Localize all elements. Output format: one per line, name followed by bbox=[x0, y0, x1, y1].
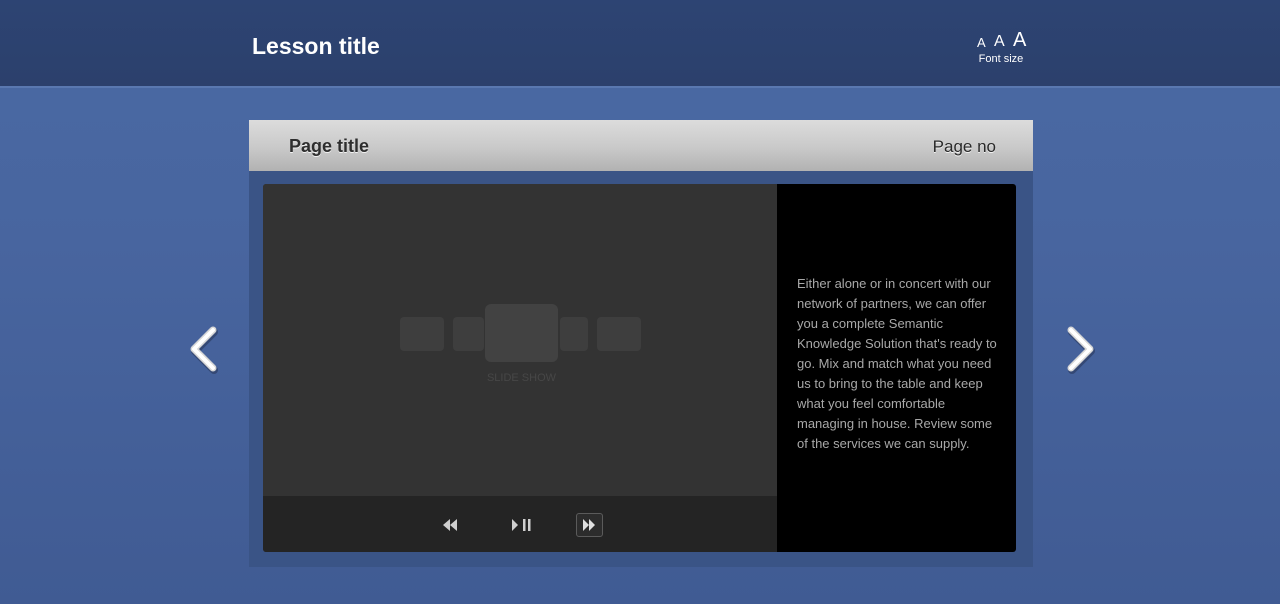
slideshow-label: SLIDE SHOW bbox=[486, 372, 557, 384]
description-text: Either alone or in concert with our netw… bbox=[797, 276, 997, 451]
lesson-title: Lesson title bbox=[252, 33, 380, 59]
rewind-button[interactable] bbox=[439, 513, 461, 537]
slide-thumbnail-current bbox=[485, 304, 558, 362]
next-page-button[interactable] bbox=[1062, 322, 1100, 376]
lesson-page-panel: Page title Page no SLIDE SHOW Either alo… bbox=[249, 120, 1033, 567]
play-pause-icon bbox=[512, 519, 531, 531]
header-bar: Lesson title A A A Font size bbox=[0, 0, 1280, 88]
page-header: Page title Page no bbox=[249, 120, 1033, 171]
fast-forward-icon bbox=[583, 519, 595, 531]
chevron-left-icon bbox=[190, 326, 218, 374]
slideshow-viewport[interactable]: SLIDE SHOW bbox=[263, 184, 777, 496]
slide-thumbnail bbox=[597, 317, 641, 351]
previous-page-button[interactable] bbox=[184, 322, 222, 376]
slideshow: SLIDE SHOW bbox=[263, 184, 777, 552]
font-size-small-button[interactable]: A bbox=[977, 36, 986, 49]
rewind-icon bbox=[443, 519, 457, 531]
slide-thumbnail bbox=[560, 317, 588, 351]
page-number: Page no bbox=[932, 137, 996, 156]
description-panel: Either alone or in concert with our netw… bbox=[777, 184, 1016, 552]
font-size-medium-button[interactable]: A bbox=[994, 34, 1005, 50]
chevron-right-icon bbox=[1067, 326, 1095, 374]
font-size-control: A A A Font size bbox=[970, 28, 1032, 68]
play-pause-button[interactable] bbox=[508, 513, 538, 537]
font-size-caption: Font size bbox=[978, 53, 1024, 65]
font-size-large-button[interactable]: A bbox=[1013, 30, 1026, 50]
slideshow-controls bbox=[263, 496, 777, 552]
slide-thumbnail bbox=[453, 317, 484, 351]
fast-forward-button[interactable] bbox=[576, 513, 603, 537]
page-title: Page title bbox=[289, 136, 370, 156]
slide-thumbnail bbox=[400, 317, 444, 351]
